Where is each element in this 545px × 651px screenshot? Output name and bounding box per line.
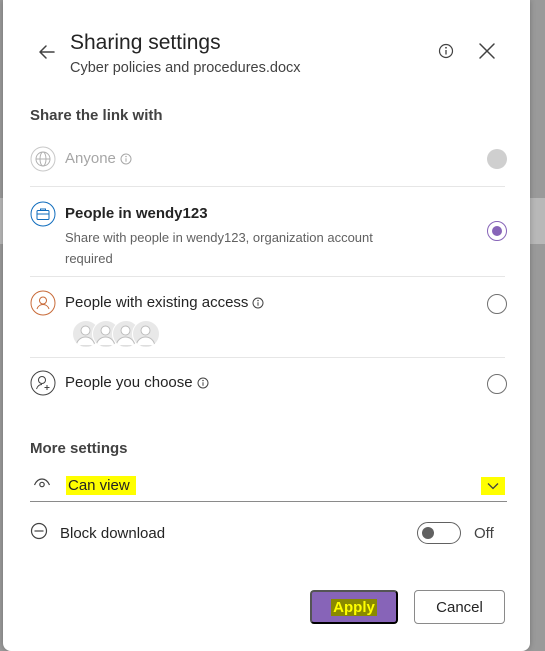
divider — [30, 186, 505, 187]
info-icon[interactable] — [120, 153, 132, 165]
option-people-you-choose[interactable]: People you choose — [30, 370, 507, 400]
apply-button[interactable]: Apply — [310, 590, 398, 624]
dialog-title: Sharing settings — [70, 31, 221, 54]
cancel-button[interactable]: Cancel — [414, 590, 505, 624]
permission-dropdown[interactable]: Can view — [30, 470, 507, 502]
radio-anyone[interactable] — [487, 149, 507, 169]
close-icon — [479, 43, 495, 59]
radio-people-you-choose[interactable] — [487, 374, 507, 394]
toggle-state-label: Off — [474, 525, 494, 542]
option-label-text: People you choose — [65, 374, 193, 391]
share-section-heading: Share the link with — [30, 107, 163, 124]
eye-icon — [33, 478, 51, 488]
permission-value: Can view — [66, 476, 136, 495]
block-download-toggle[interactable] — [417, 522, 461, 544]
organization-icon — [30, 201, 56, 227]
option-anyone-label: Anyone — [65, 150, 132, 167]
avatar — [132, 320, 160, 348]
option-existing-access[interactable]: People with existing access — [30, 290, 507, 350]
arrow-left-icon — [39, 45, 55, 59]
block-download-icon — [30, 522, 50, 542]
info-icon[interactable] — [197, 377, 209, 389]
option-label-text: Anyone — [65, 150, 116, 167]
globe-icon — [30, 146, 56, 172]
chevron-down-icon — [481, 477, 505, 495]
info-icon[interactable] — [252, 297, 264, 309]
file-name: Cyber policies and procedures.docx — [70, 60, 301, 76]
close-button[interactable] — [476, 40, 498, 62]
radio-existing-access[interactable] — [487, 294, 507, 314]
divider — [30, 357, 505, 358]
person-circle-icon — [30, 290, 56, 316]
back-button[interactable] — [35, 40, 59, 64]
info-icon — [438, 43, 454, 59]
background-strip — [530, 198, 545, 244]
apply-button-label: Apply — [331, 598, 377, 616]
option-anyone[interactable]: Anyone — [30, 146, 507, 176]
block-download-label: Block download — [60, 525, 166, 542]
person-add-icon — [30, 370, 56, 396]
option-people-in-org-label: People in wendy123 — [65, 205, 208, 222]
more-settings-heading: More settings — [30, 440, 128, 457]
sharing-settings-dialog: Sharing settings Cyber policies and proc… — [3, 0, 530, 651]
person-icon — [135, 325, 156, 347]
info-button[interactable] — [437, 42, 455, 60]
option-existing-access-label: People with existing access — [65, 294, 264, 311]
option-label-text: People with existing access — [65, 294, 249, 311]
avatar-stack — [72, 320, 172, 350]
option-people-you-choose-label: People you choose — [65, 374, 209, 391]
option-people-in-org[interactable]: People in wendy123 Share with people in … — [30, 201, 507, 267]
radio-people-in-org[interactable] — [487, 221, 507, 241]
option-description: Share with people in wendy123, organizat… — [65, 230, 373, 266]
divider — [30, 276, 505, 277]
